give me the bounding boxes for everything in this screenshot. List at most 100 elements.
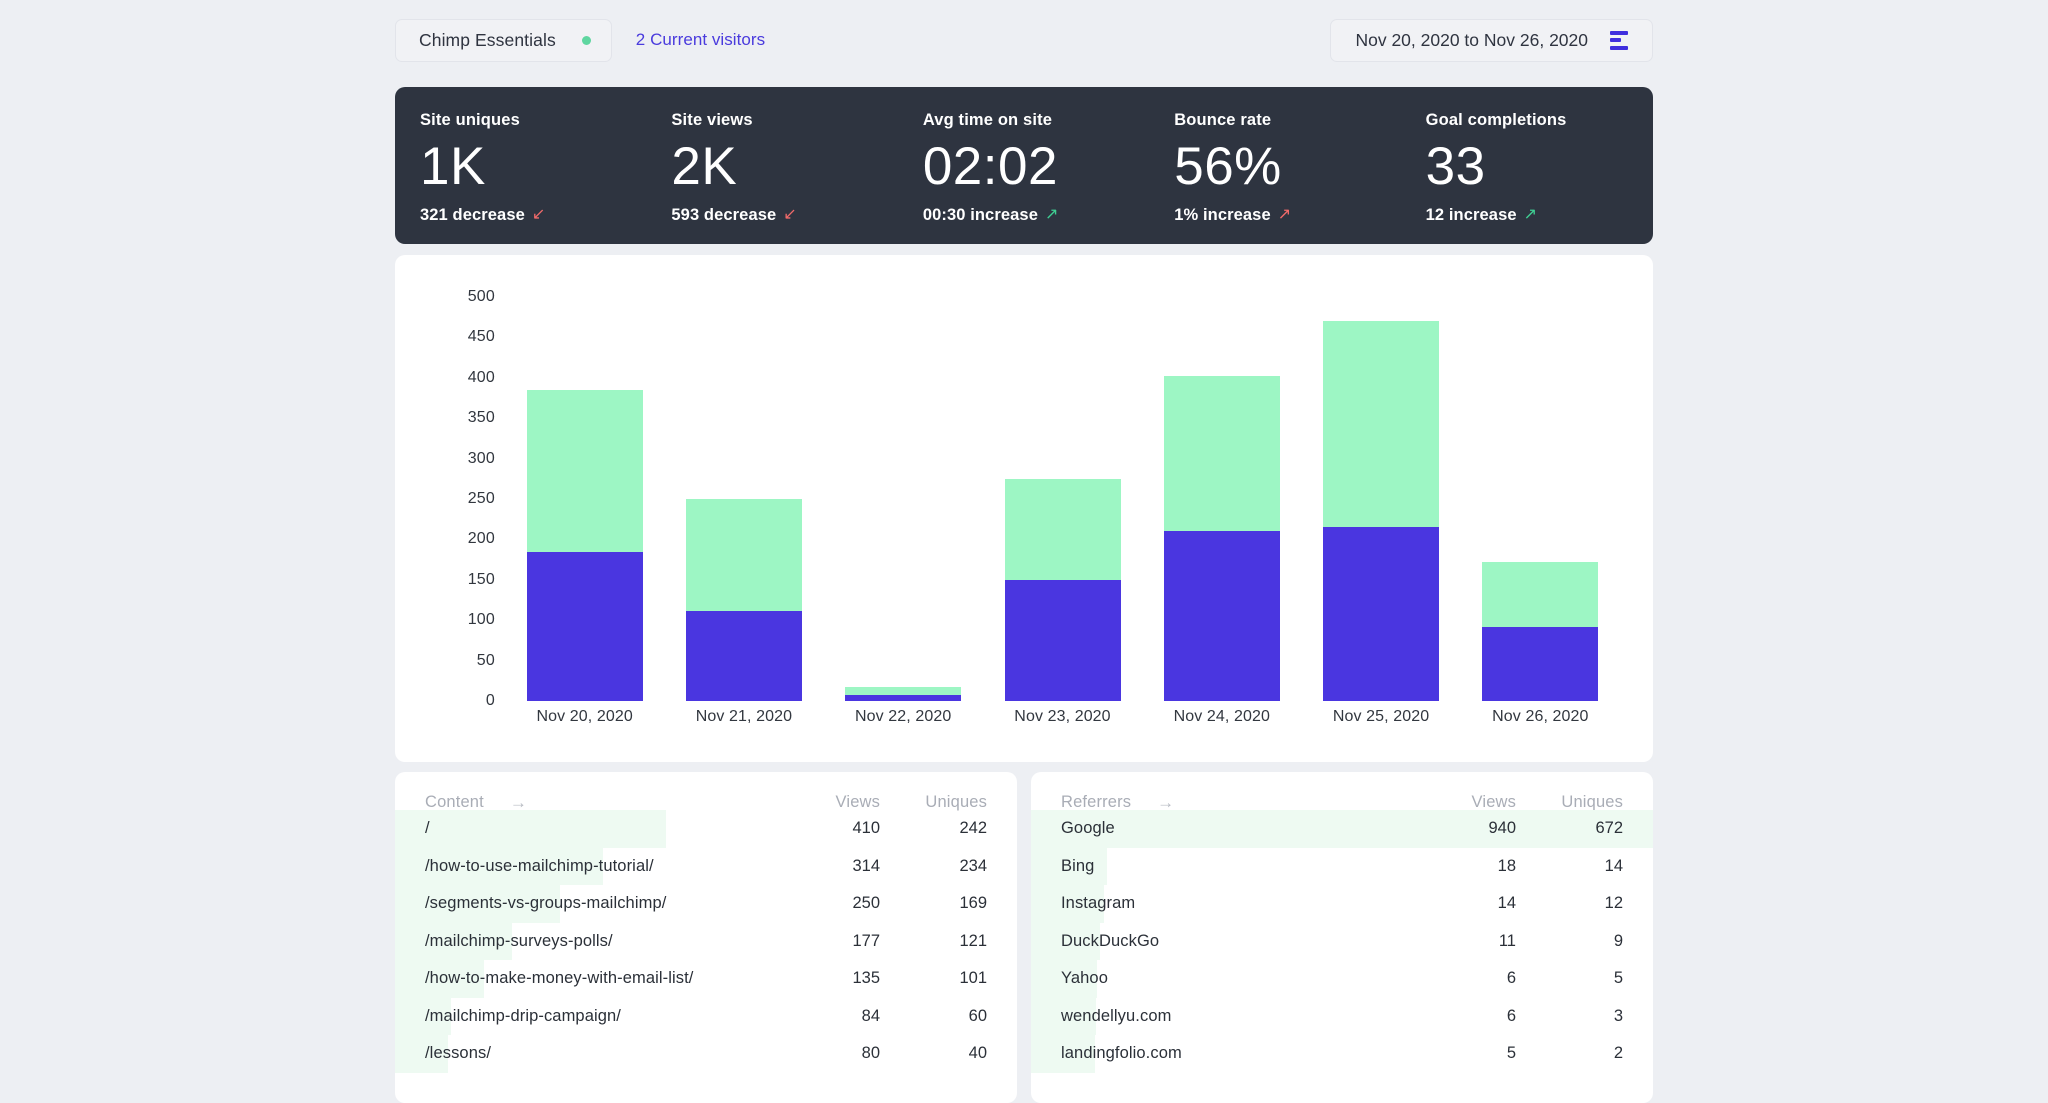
table-row[interactable]: /segments-vs-groups-mailchimp/250 169	[395, 885, 1017, 923]
y-axis-tick: 250	[467, 490, 495, 507]
chart-bar-segment-views	[1163, 376, 1280, 532]
visits-chart: 500 450 400 350 300 250 200 150 100 50 0 Nov 20, 2…	[0, 0, 2048, 1103]
y-axis-tick: 150	[467, 570, 495, 588]
content-table-header: Content → Views Uniques	[395, 772, 1017, 811]
chart-bar-segment-uniques	[845, 695, 962, 701]
row-views: 940	[1488, 819, 1516, 838]
table-row[interactable]: /mailchimp-drip-campaign/84 60	[395, 997, 1017, 1035]
row-uniques: 2	[1613, 1044, 1623, 1063]
row-uniques: 121	[959, 931, 987, 950]
row-views: 18	[1497, 856, 1516, 875]
row-name: Yahoo	[1061, 969, 1108, 988]
row-uniques: 12	[1604, 894, 1623, 913]
referrers-table-body: Google 940 672 Bing 18 14 Instagram 14 12 DuckDuc…	[1031, 810, 1653, 1073]
chart-bar-segment-views	[1482, 562, 1599, 627]
content-header-label: Content	[425, 792, 484, 811]
row-name: /how-to-use-mailchimp-tutorial/	[425, 856, 654, 875]
arrow-right-icon[interactable]: →	[510, 794, 527, 811]
y-axis-tick: 100	[467, 611, 495, 629]
row-name: Instagram	[1061, 894, 1136, 913]
row-value-bar	[1031, 810, 1653, 848]
table-row[interactable]: /lessons/80 40	[395, 1035, 1017, 1073]
row-views: 80	[861, 1044, 880, 1063]
row-uniques: 14	[1604, 856, 1623, 875]
chart-bar-segment-views	[685, 499, 802, 611]
referrers-header-label: Referrers	[1061, 792, 1132, 811]
content-table-body: / 410 242/how-to-use-mailchimp-tutorial/31…	[395, 810, 1017, 1073]
x-axis-tick: Nov 20, 2020	[536, 708, 633, 725]
chart-bar-segment-uniques	[1004, 579, 1121, 701]
y-axis-tick: 200	[467, 530, 495, 548]
table-row[interactable]: Bing 18 14	[1031, 847, 1653, 885]
table-row[interactable]: /mailchimp-surveys-polls/177 121	[395, 922, 1017, 960]
chart-bar-segment-uniques	[1163, 531, 1280, 701]
row-uniques: 3	[1613, 1006, 1623, 1025]
chart-bar[interactable]	[1004, 478, 1121, 701]
y-axis-tick: 350	[467, 409, 495, 427]
chart-bar[interactable]	[1163, 376, 1280, 701]
table-row[interactable]: Google 940 672	[1031, 810, 1653, 848]
chart-bar-segment-views	[845, 687, 962, 696]
chart-bar-segment-views	[1004, 478, 1121, 580]
table-row[interactable]: Instagram 14 12	[1031, 885, 1653, 923]
row-name: /mailchimp-drip-campaign/	[425, 1006, 621, 1025]
y-axis-tick: 300	[467, 449, 495, 467]
x-axis-tick: Nov 23, 2020	[1014, 708, 1111, 725]
row-name: Bing	[1061, 856, 1095, 875]
chart-plot-area	[505, 297, 1620, 701]
table-row[interactable]: /how-to-use-mailchimp-tutorial/314 234	[395, 847, 1017, 885]
row-views: 14	[1497, 894, 1516, 913]
chart-x-axis: Nov 20, 2020 Nov 21, 2020 Nov 22, 2020 Nov …	[505, 708, 1620, 734]
row-name: DuckDuckGo	[1061, 931, 1160, 950]
row-uniques: 672	[1595, 819, 1623, 838]
content-table-card: Content → Views Uniques / 410 242/how-to-u…	[395, 772, 1017, 1103]
row-uniques: 60	[968, 1006, 987, 1025]
table-row[interactable]: landingfolio.com 5 2	[1031, 1035, 1653, 1073]
x-axis-tick: Nov 26, 2020	[1492, 708, 1589, 725]
chart-y-axis: 500 450 400 350 300 250 200 150 100 50 0	[420, 288, 495, 709]
y-axis-tick: 500	[467, 288, 495, 305]
table-row[interactable]: wendellyu.com 6 3	[1031, 997, 1653, 1035]
x-axis-tick: Nov 24, 2020	[1173, 708, 1270, 725]
row-uniques: 40	[968, 1044, 987, 1063]
chart-bar[interactable]	[1323, 321, 1440, 701]
referrers-table-header: Referrers → Views Uniques	[1031, 772, 1653, 811]
referrers-table-card: Referrers → Views Uniques Google 940 672 Bi…	[1031, 772, 1653, 1103]
table-row[interactable]: / 410 242	[395, 810, 1017, 848]
row-views: 177	[852, 931, 880, 950]
row-uniques: 242	[959, 819, 987, 838]
row-name: landingfolio.com	[1061, 1044, 1182, 1063]
chart-bar[interactable]	[845, 687, 962, 701]
table-row[interactable]: Yahoo 6 5	[1031, 960, 1653, 998]
row-name: /segments-vs-groups-mailchimp/	[425, 894, 667, 913]
row-views: 410	[852, 819, 880, 838]
referrers-views-header: Views	[1471, 792, 1516, 811]
referrers-uniques-header: Uniques	[1561, 792, 1623, 811]
table-row[interactable]: DuckDuckGo 11 9	[1031, 922, 1653, 960]
table-row[interactable]: /how-to-make-money-with-email-list/135 10…	[395, 960, 1017, 998]
chart-bar-segment-uniques	[1323, 527, 1440, 701]
row-views: 314	[852, 856, 880, 875]
content-views-header: Views	[835, 792, 880, 811]
chart-bar-segment-views	[1323, 321, 1440, 528]
chart-bar[interactable]	[1482, 562, 1599, 701]
row-uniques: 9	[1613, 931, 1623, 950]
row-views: 135	[852, 969, 880, 988]
row-views: 6	[1506, 969, 1516, 988]
chart-bar-segment-uniques	[526, 551, 643, 701]
arrow-right-icon[interactable]: →	[1157, 794, 1174, 811]
row-views: 11	[1498, 931, 1516, 950]
row-views: 5	[1506, 1044, 1516, 1063]
analytics-dashboard: Chimp Essentials 2 Current visitors Nov …	[0, 0, 2048, 1103]
row-name: /	[425, 819, 430, 838]
row-uniques: 5	[1613, 969, 1623, 988]
chart-bar[interactable]	[526, 389, 643, 701]
content-uniques-header: Uniques	[925, 792, 987, 811]
chart-bar[interactable]	[685, 499, 802, 701]
x-axis-tick: Nov 22, 2020	[855, 708, 952, 725]
x-axis-tick: Nov 21, 2020	[695, 708, 793, 725]
row-views: 6	[1506, 1006, 1516, 1025]
row-value-bar	[395, 810, 667, 848]
row-views: 84	[861, 1006, 880, 1025]
row-uniques: 169	[959, 894, 987, 913]
